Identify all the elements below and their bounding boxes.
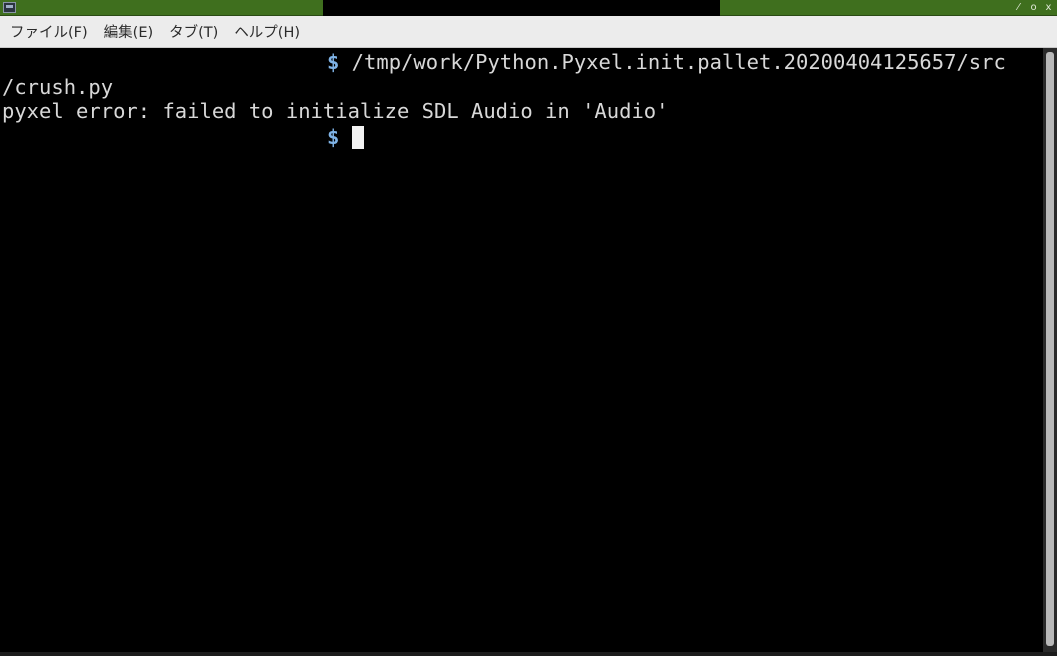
error-message: pyxel error: failed to initialize SDL Au… [2,99,669,123]
menu-edit[interactable]: 編集(E) [98,17,159,47]
title-bar-right-segment: ⁄ o x [720,0,1057,16]
title-bar[interactable]: ⁄ o x [0,0,1057,16]
window-bottom-border [0,652,1057,656]
command-text: /tmp/work/Python.Pyxel.init.pallet.20200… [339,50,1006,74]
menu-bar: ファイル(F) 編集(E) タブ(T) ヘルプ(H) [0,16,1057,48]
close-icon[interactable]: x [1044,0,1053,15]
prompt-symbol: $ [327,125,340,149]
window-controls: ⁄ o x [1014,0,1053,15]
command-line-1: $ /tmp/work/Python.Pyxel.init.pallet.202… [327,50,1006,75]
text-cursor [351,126,364,149]
vertical-scrollbar[interactable] [1043,48,1057,652]
terminal-icon[interactable] [3,2,16,13]
command-line-current: $ [327,125,364,150]
terminal-window: ⁄ o x ファイル(F) 編集(E) タブ(T) ヘルプ(H) $ /tmp/… [0,0,1057,656]
title-bar-left-segment [0,0,323,16]
menu-file[interactable]: ファイル(F) [4,17,94,47]
menu-tab[interactable]: タブ(T) [163,17,224,47]
command-line-wrap: /crush.py [2,75,114,99]
menu-help[interactable]: ヘルプ(H) [228,17,306,47]
command-input[interactable] [339,125,351,149]
scrollbar-thumb[interactable] [1046,52,1054,646]
minimize-icon[interactable]: ⁄ [1014,0,1023,15]
maximize-icon[interactable]: o [1029,0,1038,15]
prompt-symbol: $ [327,50,340,74]
terminal-output[interactable]: $ /tmp/work/Python.Pyxel.init.pallet.202… [0,48,1043,652]
